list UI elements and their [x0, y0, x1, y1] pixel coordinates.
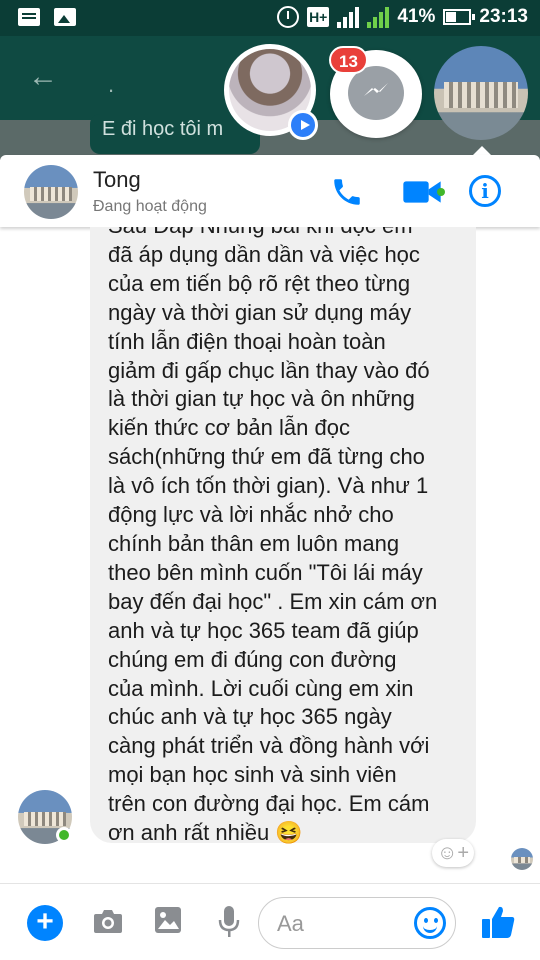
- message-notification-icon: [18, 8, 40, 26]
- message-input-placeholder: Aa: [277, 911, 304, 936]
- message-text: Sau Đap Nhung bai khi đọc em đã áp dụng …: [108, 227, 438, 846]
- gallery-icon[interactable]: [154, 906, 182, 934]
- chat-head-active-contact[interactable]: [434, 46, 528, 140]
- contact-avatar[interactable]: [24, 165, 78, 219]
- microphone-icon[interactable]: [218, 905, 240, 939]
- background-title: .: [108, 72, 115, 97]
- clock: 23:13: [479, 6, 528, 27]
- phone-icon[interactable]: [330, 175, 364, 209]
- battery-percent: 41%: [397, 6, 436, 27]
- signal-sim1-icon: [337, 6, 360, 28]
- plus-icon[interactable]: +: [27, 905, 63, 941]
- contact-status: Đang hoạt động: [93, 198, 207, 215]
- status-bar: H+ 41% 23:13: [0, 0, 540, 36]
- message-list[interactable]: Sau Đap Nhung bai khi đọc em đã áp dụng …: [0, 227, 540, 883]
- info-icon[interactable]: i: [469, 175, 501, 207]
- message-input[interactable]: Aa: [258, 897, 456, 949]
- alarm-icon: [277, 6, 300, 28]
- video-camera-icon[interactable]: [402, 177, 442, 207]
- image-notification-icon: [54, 8, 76, 26]
- seen-avatar: [511, 848, 533, 870]
- conversation-header: Tong Đang hoạt động i: [0, 155, 540, 227]
- thumbs-up-icon[interactable]: [480, 904, 516, 940]
- video-available-dot: [437, 188, 445, 196]
- unread-count-badge: 13: [329, 46, 368, 74]
- signal-sim2-icon: [367, 6, 390, 28]
- battery-icon: [443, 9, 476, 25]
- camera-icon[interactable]: [93, 908, 123, 934]
- contact-name[interactable]: Tong: [93, 167, 141, 193]
- add-reaction-button[interactable]: ☺+: [432, 839, 474, 867]
- messenger-icon: [348, 66, 404, 120]
- online-indicator: [56, 827, 72, 843]
- video-play-icon: [288, 110, 318, 140]
- back-arrow-icon: ←: [28, 60, 58, 93]
- emoji-icon[interactable]: [414, 907, 446, 939]
- composer-bar: + Aa: [0, 883, 540, 960]
- network-type: H+: [307, 7, 330, 27]
